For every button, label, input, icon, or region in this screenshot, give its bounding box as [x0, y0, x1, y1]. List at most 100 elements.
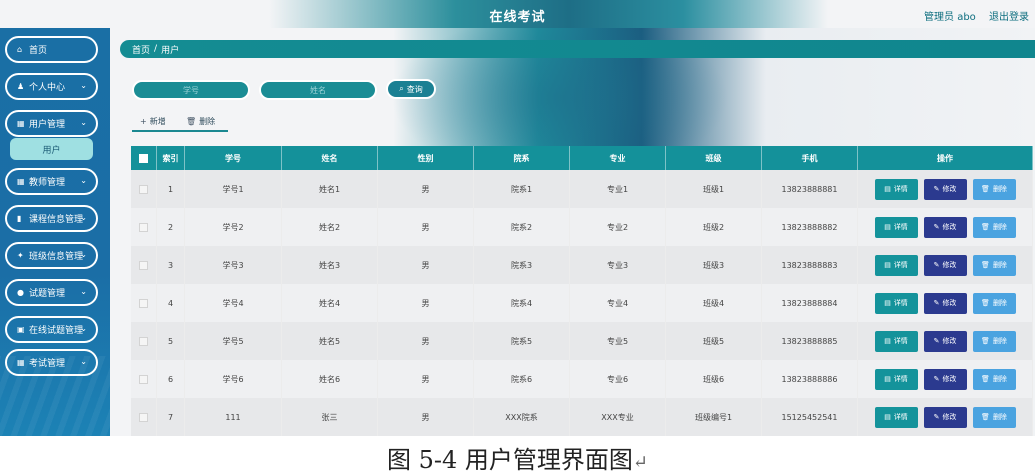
- sidebar-item-8[interactable]: ▦ 考试管理 ⌄: [5, 349, 98, 376]
- table-cell: 专业4: [570, 284, 666, 322]
- detail-button[interactable]: ▤ 详情: [874, 406, 918, 428]
- row-actions: ▤ 详情 ✎ 修改 🗑 删除: [874, 330, 1016, 352]
- user-icon: ♟: [17, 82, 25, 91]
- edit-button[interactable]: ✎ 修改: [923, 406, 967, 428]
- search-button[interactable]: ⌕ 查询: [386, 79, 436, 99]
- delete-button[interactable]: 🗑 删除: [972, 368, 1016, 390]
- row-checkbox[interactable]: [139, 374, 148, 384]
- button-label: 删除: [992, 261, 1007, 269]
- batch-delete-button[interactable]: 🗑 删除: [186, 116, 215, 127]
- button-label: 删除: [992, 375, 1007, 383]
- admin-label: 管理员 abo: [924, 12, 976, 23]
- row-checkbox[interactable]: [139, 260, 148, 270]
- sidebar-item-5[interactable]: ✦ 班级信息管理 ⌄: [5, 242, 98, 269]
- plus-icon: +: [140, 117, 147, 126]
- detail-icon: ▤: [884, 299, 891, 307]
- logout-link[interactable]: 退出登录: [989, 12, 1029, 23]
- row-checkbox[interactable]: [139, 222, 148, 232]
- pencil-icon: ✎: [933, 185, 940, 193]
- table-cell: 13823888886: [762, 360, 858, 398]
- table-cell: 4: [157, 284, 185, 322]
- edit-button[interactable]: ✎ 修改: [923, 292, 967, 314]
- delete-button[interactable]: 🗑 删除: [972, 292, 1016, 314]
- button-label: 详情: [893, 223, 908, 231]
- grid-icon: ▦: [17, 177, 25, 186]
- detail-button[interactable]: ▤ 详情: [874, 368, 918, 390]
- button-label: 修改: [942, 223, 957, 231]
- detail-icon: ▤: [884, 413, 891, 421]
- button-label: 删除: [992, 185, 1007, 193]
- name-input[interactable]: [259, 80, 377, 100]
- chevron-down-icon: ⌄: [80, 357, 87, 366]
- trash-icon: 🗑: [981, 375, 990, 383]
- thumb-icon: ✦: [17, 251, 24, 260]
- grid-icon: ▦: [17, 358, 25, 367]
- table-cell: 男: [378, 208, 474, 246]
- button-label: 修改: [942, 413, 957, 421]
- table-cell: 姓名1: [282, 170, 378, 208]
- sidebar-item-0[interactable]: ⌂ 首页: [5, 36, 98, 63]
- edit-button[interactable]: ✎ 修改: [923, 368, 967, 390]
- trash-icon: 🗑: [981, 223, 990, 231]
- detail-icon: ▤: [884, 185, 891, 193]
- delete-button[interactable]: 🗑 删除: [972, 406, 1016, 428]
- add-button-label: 新增: [149, 117, 166, 126]
- detail-button[interactable]: ▤ 详情: [874, 216, 918, 238]
- detail-button[interactable]: ▤ 详情: [874, 178, 918, 200]
- trash-icon: 🗑: [186, 117, 197, 126]
- table-cell: 班级1: [666, 170, 762, 208]
- pencil-icon: ✎: [933, 261, 940, 269]
- app-title: 在线考试: [489, 10, 546, 25]
- detail-button[interactable]: ▤ 详情: [874, 292, 918, 314]
- detail-button[interactable]: ▤ 详情: [874, 254, 918, 276]
- row-checkbox[interactable]: [139, 184, 148, 194]
- table-cell: 班级4: [666, 284, 762, 322]
- student-id-input[interactable]: [132, 80, 250, 100]
- row-checkbox[interactable]: [139, 298, 148, 308]
- column-header: 院系: [474, 146, 570, 170]
- actions-cell: ▤ 详情 ✎ 修改 🗑 删除: [858, 208, 1033, 246]
- edit-button[interactable]: ✎ 修改: [923, 216, 967, 238]
- sidebar: ⌂ 首页 ♟ 个人中心 ⌄ ▦ 用户管理 ⌄ ▦ 教师管理 ⌄ ▮ 课程信息管理 ⌄ ✦ 班级信息管理 ⌄ ● 试题…: [0, 28, 110, 436]
- detail-button[interactable]: ▤ 详情: [874, 330, 918, 352]
- book-icon: ▮: [17, 214, 22, 223]
- table-cell: 专业2: [570, 208, 666, 246]
- row-checkbox[interactable]: [139, 412, 148, 422]
- sidebar-item-2[interactable]: ▦ 用户管理 ⌄: [5, 110, 98, 137]
- sidebar-subitem-users[interactable]: 用户: [10, 138, 93, 160]
- button-label: 修改: [942, 375, 957, 383]
- edit-button[interactable]: ✎ 修改: [923, 254, 967, 276]
- delete-button[interactable]: 🗑 删除: [972, 178, 1016, 200]
- pencil-icon: ✎: [933, 375, 940, 383]
- sidebar-item-3[interactable]: ▦ 教师管理 ⌄: [5, 168, 98, 195]
- select-all-checkbox[interactable]: [139, 153, 148, 163]
- sidebar-item-label: 教师管理: [29, 178, 66, 188]
- row-actions: ▤ 详情 ✎ 修改 🗑 删除: [874, 406, 1016, 428]
- pencil-icon: ✎: [933, 337, 940, 345]
- sidebar-item-label: 课程信息管理: [29, 215, 84, 225]
- edit-button[interactable]: ✎ 修改: [923, 330, 967, 352]
- sidebar-item-1[interactable]: ♟ 个人中心 ⌄: [5, 73, 98, 100]
- table-cell: 男: [378, 398, 474, 436]
- button-label: 删除: [992, 337, 1007, 345]
- sidebar-item-label: 试题管理: [29, 289, 66, 299]
- sidebar-item-7[interactable]: ▣ 在线试题管理 ⌄: [5, 316, 98, 343]
- detail-icon: ▤: [884, 261, 891, 269]
- row-checkbox[interactable]: [139, 336, 148, 346]
- delete-button[interactable]: 🗑 删除: [972, 254, 1016, 276]
- button-label: 修改: [942, 261, 957, 269]
- sidebar-item-4[interactable]: ▮ 课程信息管理 ⌄: [5, 205, 98, 232]
- table-cell: 3: [157, 246, 185, 284]
- table-cell: 1: [157, 170, 185, 208]
- app-window: 在线考试 管理员 abo 退出登录 ⌂ 首页 ♟ 个人中心 ⌄ ▦ 用户管理 ⌄ ▦ 教师管理 ⌄ ▮…: [0, 0, 1035, 436]
- add-button[interactable]: + 新增: [140, 116, 166, 127]
- delete-button[interactable]: 🗑 删除: [972, 330, 1016, 352]
- table-cell: 专业5: [570, 322, 666, 360]
- delete-button[interactable]: 🗑 删除: [972, 216, 1016, 238]
- table-cell: XXX专业: [570, 398, 666, 436]
- table-cell: 姓名4: [282, 284, 378, 322]
- pencil-icon: ✎: [933, 413, 940, 421]
- breadcrumb-home[interactable]: 首页: [132, 43, 150, 56]
- sidebar-item-6[interactable]: ● 试题管理 ⌄: [5, 279, 98, 306]
- edit-button[interactable]: ✎ 修改: [923, 178, 967, 200]
